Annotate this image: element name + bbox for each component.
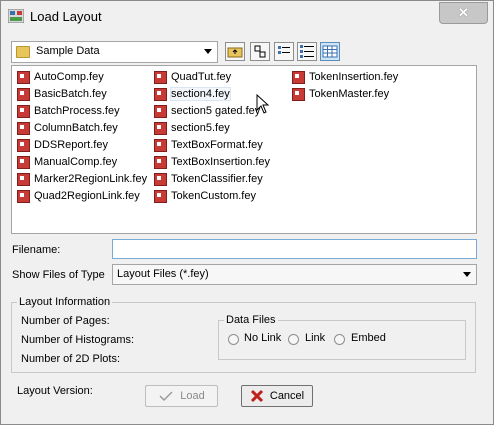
cancel-button[interactable]: Cancel [241, 385, 313, 407]
layout-file-icon [292, 87, 305, 101]
list-item[interactable]: ManualComp.fey [17, 154, 117, 170]
list-item[interactable]: Quad2RegionLink.fey [17, 188, 140, 204]
checkmark-icon [159, 391, 173, 402]
filename-label: Filename: [12, 244, 61, 256]
plots-label: Number of 2D Plots: [21, 353, 121, 365]
layout-file-icon [17, 172, 30, 186]
location-dropdown[interactable]: Sample Data [11, 41, 218, 63]
list-item[interactable]: BatchProcess.fey [17, 103, 120, 119]
layout-file-icon [154, 87, 167, 101]
title-bar: Load Layout ✕ [1, 1, 493, 31]
list-item[interactable]: TextBoxFormat.fey [154, 137, 263, 153]
embed-label: Embed [351, 332, 386, 344]
sort-button[interactable] [250, 42, 270, 61]
list-item[interactable]: BasicBatch.fey [17, 86, 107, 102]
link-radio[interactable] [288, 334, 299, 345]
grid-view-icon [322, 45, 338, 58]
layout-file-icon [154, 138, 167, 152]
mouse-pointer-icon [256, 94, 270, 114]
load-button-label: Load [180, 390, 205, 402]
layout-file-icon [17, 70, 30, 84]
thumbnail-view-button[interactable] [320, 42, 340, 61]
list-item[interactable]: TokenClassifier.fey [154, 171, 263, 187]
app-icon [8, 9, 24, 23]
list-item[interactable]: TokenMaster.fey [292, 86, 389, 102]
location-value: Sample Data [36, 45, 100, 57]
close-button[interactable]: ✕ [439, 2, 488, 24]
layout-file-icon [154, 155, 167, 169]
layout-file-icon [17, 189, 30, 203]
up-folder-button[interactable] [225, 42, 245, 61]
list-item[interactable]: Marker2RegionLink.fey [17, 171, 147, 187]
embed-radio[interactable] [334, 334, 345, 345]
cancel-button-label: Cancel [269, 390, 305, 402]
layout-file-icon [17, 155, 30, 169]
details-view-icon [300, 45, 314, 58]
load-button[interactable]: Load [145, 385, 218, 407]
layout-file-icon [17, 104, 30, 118]
layout-file-icon [292, 70, 305, 84]
list-item[interactable]: TextBoxInsertion.fey [154, 154, 270, 170]
layout-version-label: Layout Version: [17, 385, 93, 397]
folder-up-icon [227, 47, 243, 58]
close-icon: ✕ [458, 5, 469, 20]
layout-file-icon [154, 70, 167, 84]
histograms-label: Number of Histograms: [21, 334, 135, 346]
folder-icon [16, 46, 30, 58]
list-item[interactable]: section4.fey [154, 86, 231, 102]
sort-icon [254, 45, 266, 58]
list-item[interactable]: TokenCustom.fey [154, 188, 256, 204]
layout-file-icon [154, 121, 167, 135]
details-view-button[interactable] [297, 42, 317, 61]
file-type-value: Layout Files (*.fey) [117, 268, 209, 280]
layout-file-icon [154, 172, 167, 186]
file-list[interactable]: AutoComp.fey BasicBatch.fey BatchProcess… [11, 65, 477, 234]
no-link-label: No Link [244, 332, 282, 344]
layout-file-icon [17, 121, 30, 135]
file-type-dropdown[interactable]: Layout Files (*.fey) [112, 264, 477, 285]
list-view-button[interactable] [274, 42, 294, 61]
file-type-label: Show Files of Type [12, 269, 105, 281]
layout-information-title: Layout Information [17, 296, 113, 308]
pages-label: Number of Pages: [21, 315, 110, 327]
cancel-x-icon [250, 389, 263, 403]
dialog-title: Load Layout [30, 9, 102, 24]
layout-file-icon [17, 87, 30, 101]
chevron-down-icon [204, 49, 212, 54]
list-item[interactable]: DDSReport.fey [17, 137, 108, 153]
list-item[interactable]: section5 gated.fey [154, 103, 260, 119]
list-item[interactable]: AutoComp.fey [17, 69, 104, 85]
load-layout-dialog: Load Layout ✕ Sample Data AutoComp.fey B… [0, 0, 494, 425]
data-files-title: Data Files [224, 314, 278, 326]
filename-input[interactable] [112, 239, 477, 259]
layout-file-icon [17, 138, 30, 152]
list-item[interactable]: TokenInsertion.fey [292, 69, 398, 85]
layout-file-icon [154, 104, 167, 118]
chevron-down-icon [463, 272, 471, 277]
list-item[interactable]: section5.fey [154, 120, 230, 136]
no-link-radio[interactable] [228, 334, 239, 345]
layout-file-icon [154, 189, 167, 203]
link-label: Link [305, 332, 326, 344]
list-item[interactable]: ColumnBatch.fey [17, 120, 118, 136]
list-view-icon [278, 46, 290, 54]
list-item[interactable]: QuadTut.fey [154, 69, 231, 85]
